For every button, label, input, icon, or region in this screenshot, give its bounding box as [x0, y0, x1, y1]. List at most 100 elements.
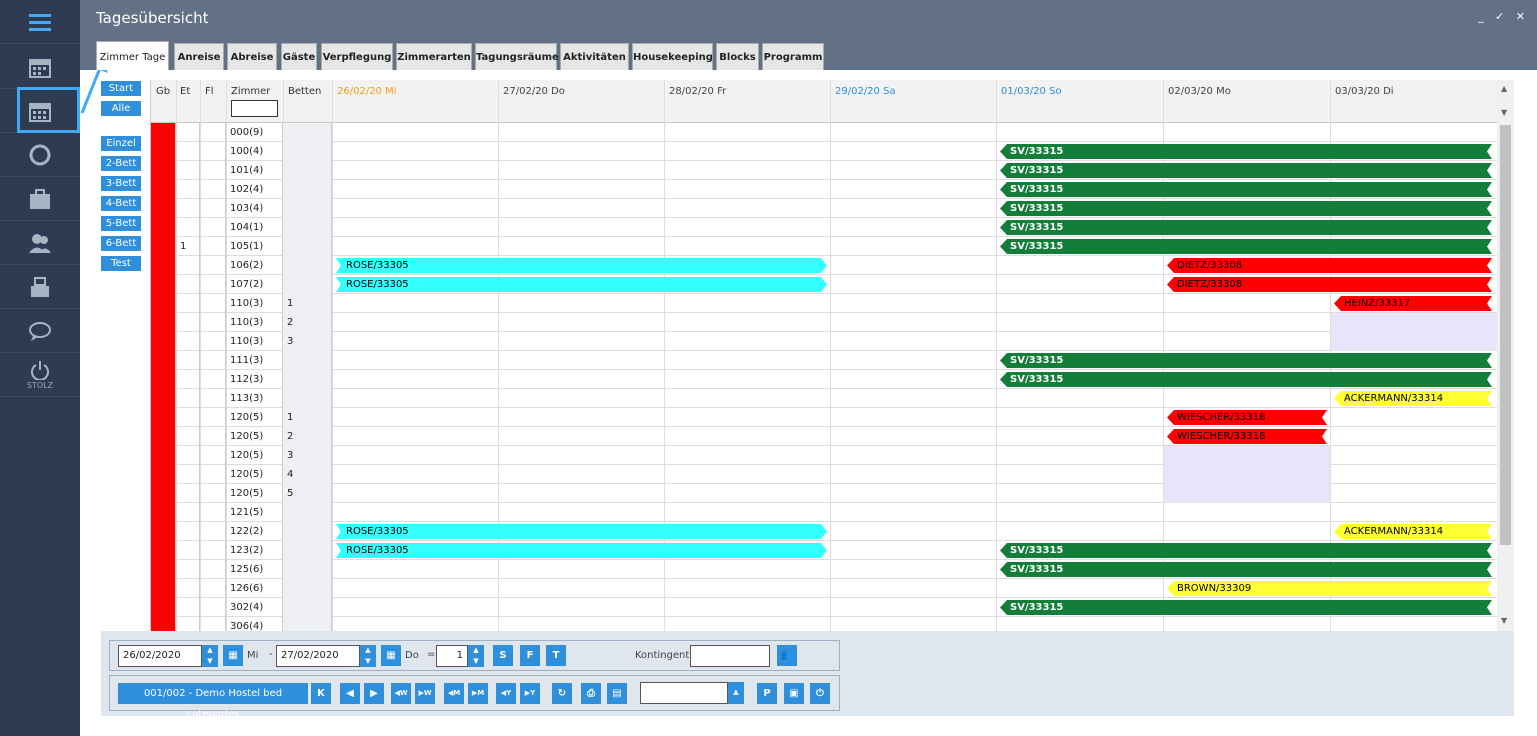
zimmer-cell[interactable]: 120(5) [226, 408, 283, 427]
zimmer-cell[interactable]: 126(6) [226, 579, 283, 598]
document-icon[interactable]: ▤ [607, 683, 627, 704]
zimmer-cell[interactable]: 110(3) [226, 294, 283, 313]
filter-button-test[interactable]: Test [101, 256, 141, 271]
logout-power-icon[interactable]: ⏻ [810, 683, 830, 704]
date-from-input[interactable]: 26/02/2020 [118, 645, 202, 667]
guests-search-icon[interactable]: 👥 [777, 645, 797, 666]
booking-bar[interactable]: SV/33315 [1000, 220, 1492, 235]
scroll-down-small-icon[interactable]: ▼ [1501, 108, 1507, 117]
kontingent-input[interactable] [690, 645, 770, 667]
zimmer-cell[interactable]: 123(2) [226, 541, 283, 560]
f-button[interactable]: F [520, 645, 540, 666]
zimmer-cell[interactable]: 120(5) [226, 484, 283, 503]
booking-bar[interactable]: SV/33315 [1000, 372, 1492, 387]
refresh-icon[interactable]: ↻ [552, 683, 572, 704]
table-row[interactable]: 306(4) [151, 617, 1497, 631]
filter-button-3-bett[interactable]: 3-Bett [101, 176, 141, 191]
reserved-empty-cell[interactable] [1164, 484, 1330, 503]
tab-housekeeping[interactable]: Housekeeping [632, 43, 713, 70]
guests-icon[interactable] [0, 221, 80, 265]
tab-verpflegung[interactable]: Verpflegung [321, 43, 393, 70]
booking-bar[interactable]: WIESCHER/33318 [1167, 429, 1327, 444]
next-day-icon[interactable]: ▶ [364, 683, 384, 704]
booking-bar[interactable]: BROWN/33309 [1167, 581, 1492, 596]
booking-bar[interactable]: DIETZ/33308 [1167, 258, 1492, 273]
scroll-up-icon[interactable]: ▲ [1501, 84, 1507, 93]
reserved-empty-cell[interactable] [1331, 332, 1497, 351]
suitcase-icon[interactable] [0, 177, 80, 221]
zimmer-cell[interactable]: 306(4) [226, 617, 283, 631]
booking-bar[interactable]: ROSE/33305 [336, 524, 827, 539]
booking-bar[interactable]: DIETZ/33308 [1167, 277, 1492, 292]
filter-button-2-bett[interactable]: 2-Bett [101, 156, 141, 171]
booking-bar[interactable]: ROSE/33305 [336, 543, 827, 558]
booking-bar[interactable]: SV/33315 [1000, 562, 1492, 577]
vertical-scrollbar[interactable]: ▲ ▼ ▼ [1497, 80, 1514, 631]
booking-bar[interactable]: SV/33315 [1000, 600, 1492, 615]
booking-bar[interactable]: SV/33315 [1000, 163, 1492, 178]
booking-bar[interactable]: SV/33315 [1000, 353, 1492, 368]
table-row[interactable]: 000(9) [151, 123, 1497, 142]
booking-bar[interactable]: ACKERMANN/33314 [1334, 391, 1492, 406]
table-row[interactable]: 121(5) [151, 503, 1497, 522]
zimmer-cell[interactable]: 122(2) [226, 522, 283, 541]
reserved-empty-cell[interactable] [1164, 446, 1330, 465]
zimmer-cell[interactable]: 120(5) [226, 427, 283, 446]
tab-zimmer-tage[interactable]: Zimmer Tage [96, 41, 169, 70]
prev-week-icon[interactable]: ◀W [391, 683, 411, 704]
select-arrow-icon[interactable]: ▲ [728, 682, 744, 704]
filter-button-5-bett[interactable]: 5-Bett [101, 216, 141, 231]
filter-button-4-bett[interactable]: 4-Bett [101, 196, 141, 211]
zimmer-cell[interactable]: 102(4) [226, 180, 283, 199]
tab-zimmerarten[interactable]: Zimmerarten [396, 43, 472, 70]
zimmer-cell[interactable]: 121(5) [226, 503, 283, 522]
date-from-spinner[interactable]: ▲ ▼ [202, 645, 218, 667]
zimmer-cell[interactable]: 111(3) [226, 351, 283, 370]
zimmer-cell[interactable]: 112(3) [226, 370, 283, 389]
scroll-down-icon[interactable]: ▼ [1501, 616, 1507, 625]
tab-anreise[interactable]: Anreise [174, 43, 224, 70]
chat-icon[interactable] [0, 309, 80, 353]
s-button[interactable]: S [493, 645, 513, 666]
tab-abreise[interactable]: Abreise [227, 43, 277, 70]
hamburger-menu-icon[interactable] [0, 0, 80, 44]
zimmer-cell[interactable]: 000(9) [226, 123, 283, 142]
booking-bar[interactable]: SV/33315 [1000, 543, 1492, 558]
power-icon[interactable]: STOLZ [0, 353, 80, 397]
prev-month-icon[interactable]: ◀M [444, 683, 464, 704]
zimmer-cell[interactable]: 302(4) [226, 598, 283, 617]
booking-bar[interactable]: SV/33315 [1000, 201, 1492, 216]
reserved-empty-cell[interactable] [1331, 313, 1497, 332]
zimmer-cell[interactable]: 120(5) [226, 465, 283, 484]
view-select[interactable] [640, 682, 728, 704]
booking-bar[interactable]: SV/33315 [1000, 182, 1492, 197]
prev-year-icon[interactable]: ◀Y [496, 683, 516, 704]
scroll-thumb[interactable] [1500, 125, 1511, 545]
t-button[interactable]: T [546, 645, 566, 666]
booking-bar[interactable]: SV/33315 [1000, 144, 1492, 159]
date-to-calendar-icon[interactable]: ▦ [381, 645, 401, 666]
tab-aktivitäten[interactable]: Aktivitäten [560, 43, 629, 70]
circle-icon[interactable] [0, 133, 80, 177]
filter-button-6-bett[interactable]: 6-Bett [101, 236, 141, 251]
date-to-spinner[interactable]: ▲ ▼ [360, 645, 376, 667]
booking-bar[interactable]: HEINZ/33317 [1334, 296, 1492, 311]
window-controls[interactable]: _ ✓ ✕ [1478, 10, 1529, 23]
days-input[interactable]: 1 [436, 645, 468, 667]
next-week-icon[interactable]: ▶W [415, 683, 435, 704]
booking-bar[interactable]: WIESCHER/33318 [1167, 410, 1327, 425]
zimmer-filter-input[interactable] [231, 100, 278, 117]
zimmer-cell[interactable]: 100(4) [226, 142, 283, 161]
zimmer-cell[interactable]: 110(3) [226, 313, 283, 332]
tab-programm[interactable]: Programm [762, 43, 824, 70]
days-spinner[interactable]: ▲ ▼ [468, 645, 484, 667]
zimmer-cell[interactable]: 110(3) [226, 332, 283, 351]
print-icon[interactable]: ⎙ [581, 683, 601, 704]
next-year-icon[interactable]: ▶Y [520, 683, 540, 704]
next-month-icon[interactable]: ▶M [468, 683, 488, 704]
zimmer-cell[interactable]: 104(1) [226, 218, 283, 237]
cash-register-icon[interactable] [0, 265, 80, 309]
calendar-icon[interactable] [0, 45, 80, 89]
booking-bar[interactable]: SV/33315 [1000, 239, 1492, 254]
filter-button-start[interactable]: Start [101, 81, 141, 96]
